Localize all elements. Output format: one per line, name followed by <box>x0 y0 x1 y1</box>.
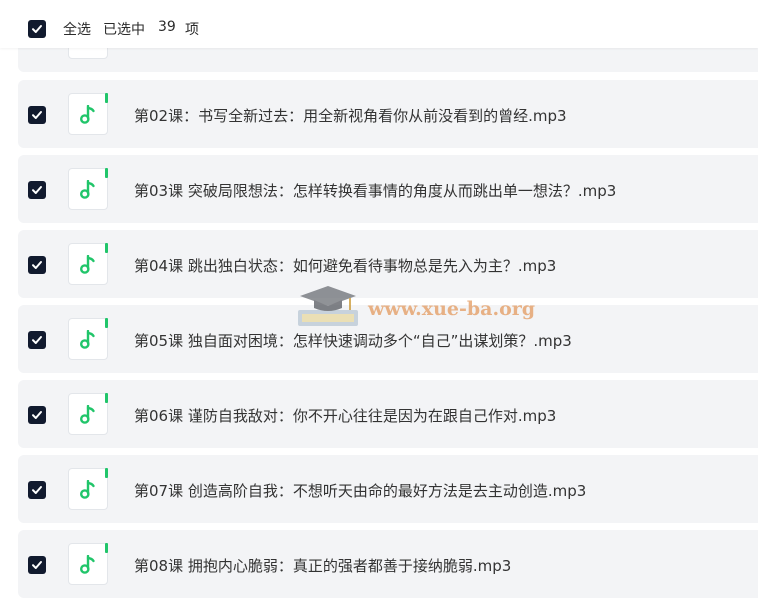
checkbox-checked-icon[interactable] <box>28 331 46 349</box>
file-name: 第04课 跳出独白状态：如何避免看待事物总是先入为主？.mp3 <box>134 257 557 275</box>
checkbox-checked-icon[interactable] <box>28 181 46 199</box>
select-all-label[interactable]: 全选 <box>63 19 91 39</box>
list-item[interactable]: 第05课 独自面对困境：怎样快速调动多个“自己”出谋划策？.mp3 <box>18 305 758 373</box>
audio-file-icon <box>68 168 108 210</box>
selected-suffix: 项 <box>185 22 199 38</box>
list-item[interactable]: 第06课 谨防自我敌对：你不开心往往是因为在跟自己作对.mp3 <box>18 380 758 448</box>
file-name: 第03课 突破局限想法：怎样转换看事情的角度从而跳出单一想法？.mp3 <box>134 182 617 200</box>
audio-file-icon <box>68 318 108 360</box>
file-name: 第06课 谨防自我敌对：你不开心往往是因为在跟自己作对.mp3 <box>134 407 557 425</box>
file-name: 第08课 拥抱内心脆弱：真正的强者都善于接纳脆弱.mp3 <box>134 557 512 575</box>
selected-prefix: 已选中 <box>103 22 145 38</box>
audio-file-icon <box>68 93 108 135</box>
checkbox-checked-icon[interactable] <box>28 481 46 499</box>
file-name: 第02课：书写全新过去：用全新视角看你从前没看到的曾经.mp3 <box>134 107 567 125</box>
audio-file-icon <box>68 543 108 585</box>
select-all-checkbox[interactable] <box>28 20 46 38</box>
selection-header: 全选 已选中 39 项 <box>0 0 758 48</box>
checkbox-checked-icon[interactable] <box>28 256 46 274</box>
file-list: 第02课：书写全新过去：用全新视角看你从前没看到的曾经.mp3 第03课 突破局… <box>0 0 758 598</box>
file-name: 第07课 创造高阶自我：不想听天由命的最好方法是去主动创造.mp3 <box>134 482 587 500</box>
audio-file-icon <box>68 393 108 435</box>
list-item[interactable]: 第03课 突破局限想法：怎样转换看事情的角度从而跳出单一想法？.mp3 <box>18 155 758 223</box>
selected-count: 39 <box>158 19 176 35</box>
checkbox-checked-icon[interactable] <box>28 406 46 424</box>
checkbox-checked-icon[interactable] <box>28 106 46 124</box>
file-name: 第05课 独自面对困境：怎样快速调动多个“自己”出谋划策？.mp3 <box>134 332 572 350</box>
audio-file-icon <box>68 468 108 510</box>
list-item[interactable]: 第04课 跳出独白状态：如何避免看待事物总是先入为主？.mp3 <box>18 230 758 298</box>
list-item[interactable]: 第07课 创造高阶自我：不想听天由命的最好方法是去主动创造.mp3 <box>18 455 758 523</box>
checkbox-checked-icon[interactable] <box>28 556 46 574</box>
checkmark-icon <box>32 25 42 33</box>
list-item[interactable]: 第02课：书写全新过去：用全新视角看你从前没看到的曾经.mp3 <box>18 80 758 148</box>
audio-file-icon <box>68 243 108 285</box>
